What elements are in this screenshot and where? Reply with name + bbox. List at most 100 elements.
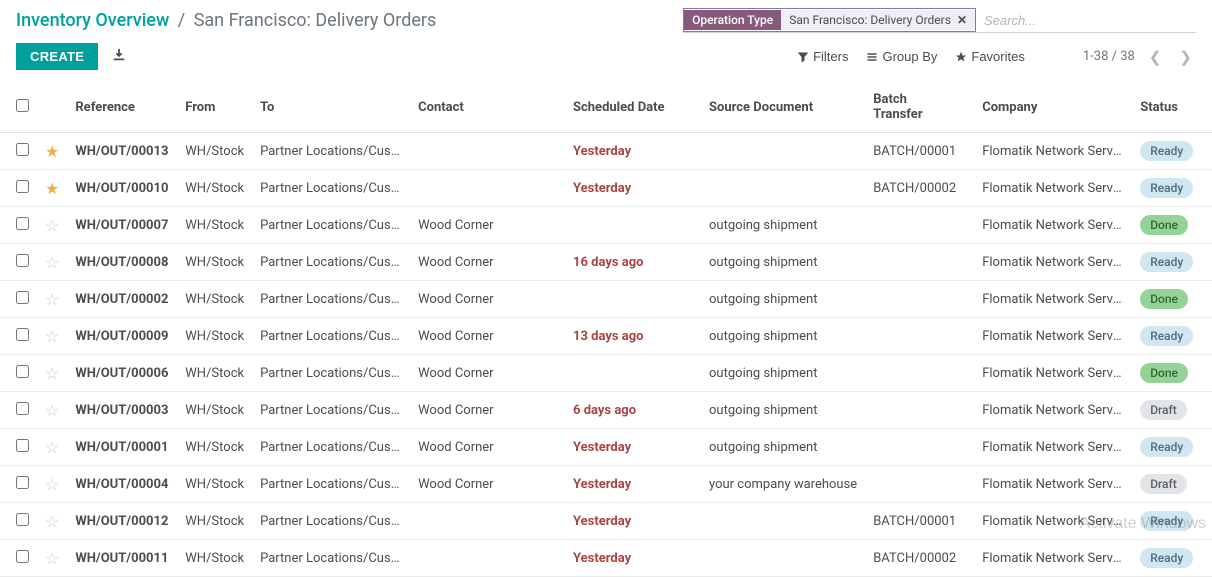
cell-company: Flomatik Network Servi... [974, 244, 1132, 281]
row-checkbox[interactable] [16, 328, 29, 341]
cell-to: Partner Locations/Cust... [252, 503, 410, 540]
row-checkbox[interactable] [16, 476, 29, 489]
cell-from: WH/Stock [177, 318, 252, 355]
row-checkbox[interactable] [16, 143, 29, 156]
cell-batch [865, 207, 974, 244]
star-icon[interactable]: ☆ [45, 549, 59, 568]
search-input[interactable] [976, 9, 1196, 32]
star-icon[interactable]: ☆ [45, 512, 59, 531]
breadcrumb-root[interactable]: Inventory Overview [16, 10, 169, 31]
table-row[interactable]: ☆WH/OUT/00003WH/StockPartner Locations/C… [0, 392, 1212, 429]
cell-to: Partner Locations/Cust... [252, 207, 410, 244]
download-button[interactable] [112, 48, 126, 65]
cell-batch: BATCH/00001 [865, 503, 974, 540]
table-row[interactable]: ☆WH/OUT/00008WH/StockPartner Locations/C… [0, 244, 1212, 281]
row-checkbox[interactable] [16, 217, 29, 230]
filters-label: Filters [813, 49, 848, 64]
star-icon[interactable]: ☆ [45, 327, 59, 346]
star-icon[interactable]: ☆ [45, 216, 59, 235]
row-checkbox[interactable] [16, 291, 29, 304]
header-batch[interactable]: Batch Transfer [865, 82, 974, 133]
header-from[interactable]: From [177, 82, 252, 133]
cell-batch [865, 281, 974, 318]
cell-company: Flomatik Network Servi... [974, 503, 1132, 540]
star-icon[interactable]: ☆ [45, 253, 59, 272]
table-row[interactable]: ☆WH/OUT/00009WH/StockPartner Locations/C… [0, 318, 1212, 355]
cell-contact: Wood Corner [410, 392, 565, 429]
cell-source: outgoing shipment [701, 429, 865, 466]
cell-contact [410, 133, 565, 170]
table-row[interactable]: ☆WH/OUT/00002WH/StockPartner Locations/C… [0, 281, 1212, 318]
cell-source: outgoing shipment [701, 244, 865, 281]
table-row[interactable]: ☆WH/OUT/00007WH/StockPartner Locations/C… [0, 207, 1212, 244]
star-icon[interactable]: ☆ [45, 438, 59, 457]
table-row[interactable]: ☆WH/OUT/00006WH/StockPartner Locations/C… [0, 355, 1212, 392]
cell-scheduled: 6 days ago [573, 403, 636, 418]
cell-contact [410, 170, 565, 207]
cell-contact: Wood Corner [410, 207, 565, 244]
row-checkbox[interactable] [16, 402, 29, 415]
header-status[interactable]: Status [1132, 82, 1212, 133]
cell-contact: Wood Corner [410, 355, 565, 392]
cell-reference: WH/OUT/00012 [75, 514, 168, 529]
header-company[interactable]: Company [974, 82, 1132, 133]
cell-reference: WH/OUT/00011 [75, 551, 168, 566]
header-reference[interactable]: Reference [67, 82, 177, 133]
star-icon [955, 51, 967, 63]
filters-button[interactable]: Filters [797, 49, 848, 64]
facet-value-text: San Francisco: Delivery Orders [789, 13, 951, 27]
cell-contact: Wood Corner [410, 466, 565, 503]
star-icon[interactable]: ★ [45, 179, 59, 198]
facet-label: Operation Type [684, 10, 781, 30]
cell-to: Partner Locations/Cust... [252, 466, 410, 503]
cell-reference: WH/OUT/00009 [75, 329, 168, 344]
table-row[interactable]: ★ WH/OUT/00010 WH/StockPartner Locations/C… [0, 170, 1212, 207]
table-row[interactable]: ★WH/OUT/00013WH/StockPartner Locations/C… [0, 133, 1212, 170]
row-checkbox[interactable] [16, 513, 29, 526]
pager-next-button[interactable]: ❯ [1175, 46, 1196, 68]
table-row[interactable]: ☆WH/OUT/00004WH/StockPartner Locations/C… [0, 466, 1212, 503]
star-icon[interactable]: ☆ [45, 364, 59, 383]
table-row[interactable]: ☆WH/OUT/00001WH/StockPartner Locations/C… [0, 429, 1212, 466]
cell-reference: WH/OUT/00010 [75, 181, 168, 196]
pager-range[interactable]: 1-38 / 38 [1083, 49, 1135, 64]
cell-from: WH/Stock [177, 429, 252, 466]
row-checkbox[interactable] [16, 254, 29, 267]
header-to[interactable]: To [252, 82, 410, 133]
row-checkbox[interactable] [16, 550, 29, 563]
create-button[interactable]: CREATE [16, 43, 98, 70]
header-contact[interactable]: Contact [410, 82, 565, 133]
status-badge: Ready [1140, 252, 1193, 272]
pager-prev-button[interactable]: ❮ [1145, 46, 1166, 68]
star-icon[interactable]: ☆ [45, 475, 59, 494]
funnel-icon [797, 51, 809, 63]
favorites-button[interactable]: Favorites [955, 49, 1024, 64]
header-scheduled[interactable]: Scheduled Date [565, 82, 701, 133]
breadcrumb-current: San Francisco: Delivery Orders [194, 10, 437, 31]
cell-reference: WH/OUT/00008 [75, 255, 168, 270]
cell-contact: Wood Corner [410, 429, 565, 466]
groupby-button[interactable]: Group By [866, 49, 937, 64]
row-checkbox[interactable] [16, 439, 29, 452]
cell-source [701, 133, 865, 170]
cell-from: WH/Stock [177, 170, 252, 207]
header-source[interactable]: Source Document [701, 82, 865, 133]
row-checkbox[interactable] [16, 365, 29, 378]
star-icon[interactable]: ☆ [45, 290, 59, 309]
cell-to: Partner Locations/Cust... [252, 170, 410, 207]
status-badge: Ready [1140, 141, 1193, 161]
star-icon[interactable]: ☆ [45, 401, 59, 420]
row-checkbox[interactable] [16, 180, 29, 193]
cell-contact: Wood Corner [410, 244, 565, 281]
cell-source: your company warehouse [701, 466, 865, 503]
table-row[interactable]: ☆WH/OUT/00011WH/StockPartner Locations/C… [0, 540, 1212, 577]
status-badge: Done [1140, 215, 1188, 235]
search-facet: Operation Type San Francisco: Delivery O… [683, 8, 976, 32]
table-row[interactable]: ☆WH/OUT/00012WH/StockPartner Locations/C… [0, 503, 1212, 540]
cell-company: Flomatik Network Servi... [974, 540, 1132, 577]
star-icon[interactable]: ★ [45, 142, 59, 161]
cell-to: Partner Locations/Cust... [252, 244, 410, 281]
select-all-checkbox[interactable] [16, 99, 29, 112]
cell-company: Flomatik Network Servi... [974, 318, 1132, 355]
facet-remove-button[interactable]: ✕ [957, 13, 967, 27]
